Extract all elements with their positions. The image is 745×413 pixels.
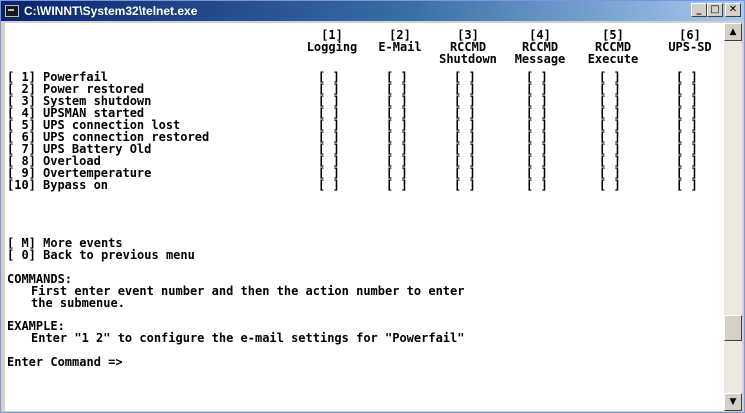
- telnet-window: C:\WINNT\System32\telnet.exe _ □ ✕ [1] Lo…: [0, 0, 745, 413]
- event-label: Bypass on: [43, 178, 109, 192]
- window-title: C:\WINNT\System32\telnet.exe: [24, 4, 198, 18]
- minimize-button[interactable]: _: [691, 3, 707, 17]
- event-action-checkbox: [ ]: [386, 178, 408, 192]
- column-header-6-line1: UPS-SD: [668, 40, 712, 54]
- commands-text-line2: the submenue.: [31, 296, 125, 310]
- event-id: [10]: [7, 178, 36, 192]
- scrollbar-thumb[interactable]: [724, 315, 742, 341]
- scroll-down-icon[interactable]: ▼: [724, 393, 742, 411]
- maximize-button[interactable]: □: [707, 3, 723, 17]
- event-action-checkbox: [ ]: [599, 178, 621, 192]
- menu-item-back: [ 0] Back to previous menu: [7, 249, 195, 261]
- example-text: Enter "1 2" to configure the e-mail sett…: [31, 331, 465, 345]
- console-area[interactable]: [1] Logging [2] E-Mail [3] RCCMD Shutdown [4] RC…: [5, 23, 724, 411]
- column-header-3-line2: Shutdown: [439, 52, 497, 66]
- event-action-checkbox: [ ]: [454, 178, 476, 192]
- title-bar[interactable]: C:\WINNT\System32\telnet.exe _ □ ✕: [1, 1, 744, 21]
- column-header-5-line2: Execute: [587, 52, 639, 66]
- menu-item-id: [ 0]: [7, 248, 36, 262]
- column-header-4-line2: Message: [514, 52, 566, 66]
- console-icon: [5, 5, 19, 17]
- menu-item-label: Back to previous menu: [43, 248, 195, 262]
- close-button[interactable]: ✕: [725, 3, 741, 17]
- window-controls: _ □ ✕: [691, 3, 741, 17]
- event-action-checkbox: [ ]: [526, 178, 548, 192]
- command-prompt[interactable]: Enter Command =>: [7, 356, 123, 368]
- vertical-scrollbar[interactable]: ▲ ▼: [724, 23, 742, 411]
- scroll-up-icon[interactable]: ▲: [724, 23, 742, 41]
- event-action-checkbox: [ ]: [676, 178, 698, 192]
- event-action-checkbox: [ ]: [318, 178, 340, 192]
